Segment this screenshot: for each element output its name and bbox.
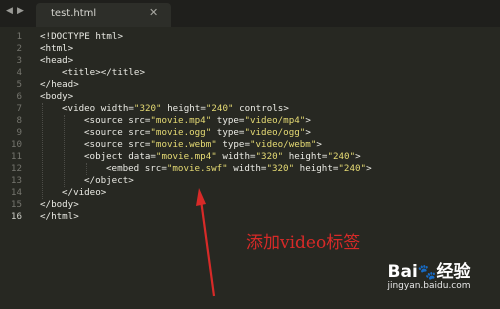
- baidu-watermark: Bai🐾经验 jingyan.baidu.com: [384, 257, 474, 291]
- baidu-logo: Bai🐾经验: [387, 262, 471, 282]
- paw-icon: 🐾: [417, 263, 437, 281]
- watermark-url: jingyan.baidu.com: [387, 281, 471, 291]
- annotation-text: 添加video标签: [246, 233, 361, 253]
